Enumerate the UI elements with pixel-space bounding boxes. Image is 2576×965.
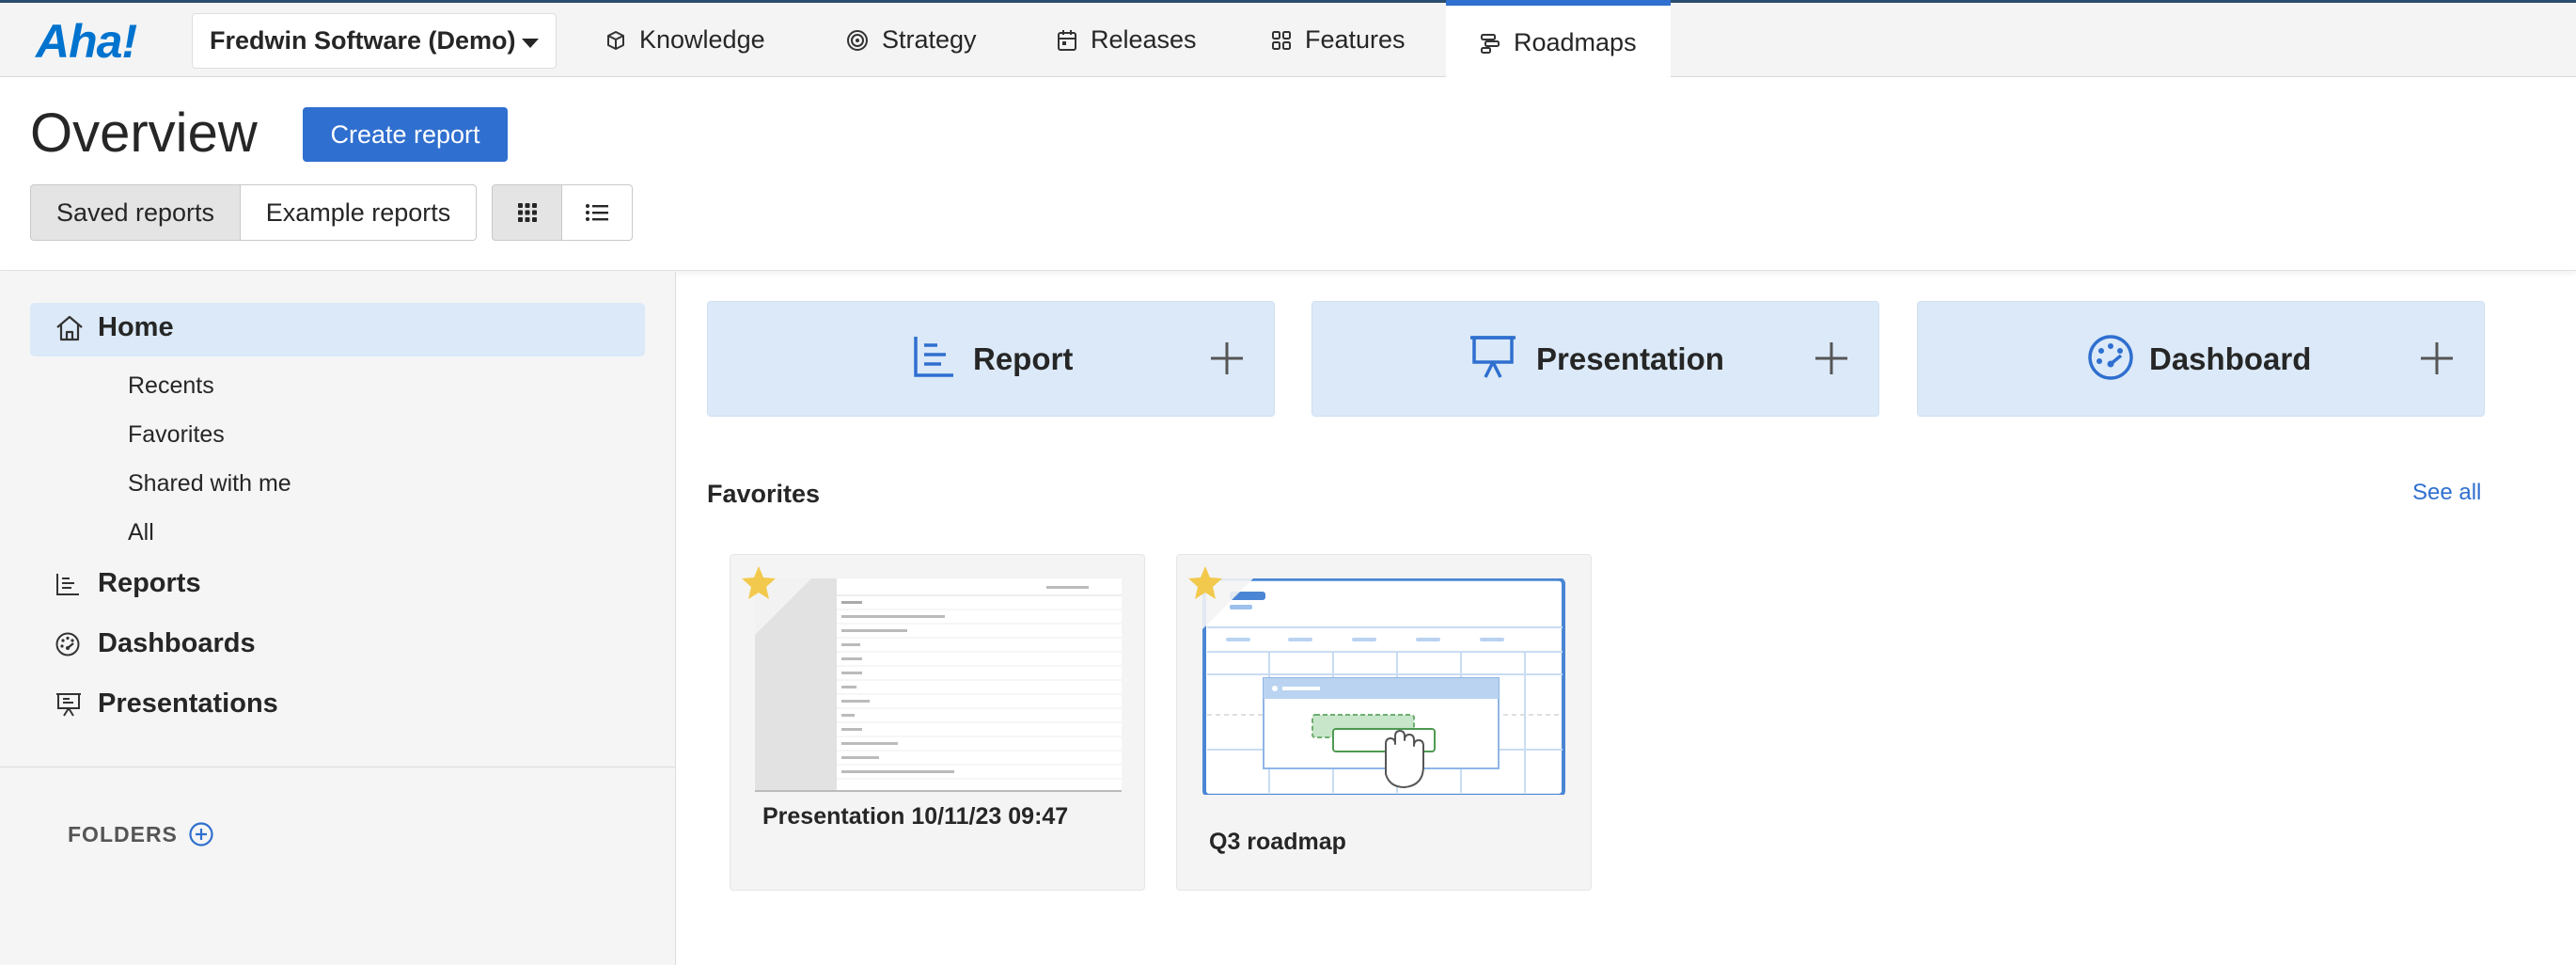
grid-view-toggle[interactable] xyxy=(492,184,562,241)
home-icon xyxy=(56,315,83,340)
tile-label: Dashboard xyxy=(2149,341,2312,376)
favorite-card-presentation[interactable]: Presentation 10/11/23 09:47 xyxy=(730,554,1145,891)
sidebar-subitem-recents[interactable]: Recents xyxy=(128,372,214,400)
caret-down-icon xyxy=(522,39,539,48)
workspace-name: Fredwin Software (Demo) xyxy=(210,26,516,55)
sidebar: Home Recents Favorites Shared with me Al… xyxy=(0,272,676,965)
card-title: Q3 roadmap xyxy=(1209,829,1346,855)
card-title: Presentation 10/11/23 09:47 xyxy=(762,803,1069,830)
folders-label: FOLDERS xyxy=(68,822,178,846)
sidebar-item-presentations[interactable]: Presentations xyxy=(56,688,278,720)
target-icon xyxy=(847,29,868,51)
create-presentation-tile[interactable]: Presentation xyxy=(1312,301,1879,417)
plus-icon xyxy=(1211,342,1243,374)
create-report-button[interactable]: Create report xyxy=(303,107,508,162)
grid-icon xyxy=(1272,30,1291,50)
create-dashboard-tile[interactable]: Dashboard xyxy=(1917,301,2485,417)
nav-tab-label: Releases xyxy=(1091,25,1197,54)
star-icon[interactable] xyxy=(738,562,779,604)
sidebar-item-label: Home xyxy=(98,312,174,342)
presentation-thumbnail xyxy=(755,578,1122,795)
star-icon[interactable] xyxy=(1185,562,1226,604)
aha-logo[interactable]: Aha! xyxy=(36,14,137,69)
sidebar-item-home[interactable]: Home xyxy=(56,312,174,343)
sidebar-subitem-all[interactable]: All xyxy=(128,519,154,546)
nav-tab-strategy[interactable]: Strategy xyxy=(846,3,977,77)
page-title: Overview xyxy=(30,103,258,164)
calendar-icon xyxy=(1058,29,1076,51)
sidebar-subitem-shared[interactable]: Shared with me xyxy=(128,470,291,498)
list-view-icon xyxy=(586,204,608,221)
chart-icon xyxy=(914,337,953,377)
nav-tab-label: Knowledge xyxy=(639,25,765,54)
nav-tab-roadmaps[interactable]: Roadmaps xyxy=(1446,0,1671,80)
sidebar-item-label: Presentations xyxy=(98,688,278,719)
see-all-link[interactable]: See all xyxy=(2412,480,2481,506)
sidebar-item-dashboards[interactable]: Dashboards xyxy=(55,628,256,659)
tile-label: Report xyxy=(973,341,1074,376)
plus-icon xyxy=(1815,342,1847,374)
presentation-icon xyxy=(1470,336,1516,378)
tile-label: Presentation xyxy=(1536,341,1724,376)
plus-icon xyxy=(2421,342,2453,374)
presentation-icon xyxy=(56,692,81,717)
nav-tab-knowledge[interactable]: Knowledge xyxy=(605,3,765,77)
nav-tab-features[interactable]: Features xyxy=(1271,3,1406,77)
favorites-heading: Favorites xyxy=(707,480,821,508)
roadmap-icon xyxy=(1481,33,1500,54)
tab-saved-reports[interactable]: Saved reports xyxy=(30,184,241,241)
page-header: Overview Create report Saved reports Exa… xyxy=(0,77,2576,271)
roadmap-thumbnail xyxy=(1202,578,1568,795)
sidebar-item-label: Reports xyxy=(98,568,201,598)
nav-tab-label: Roadmaps xyxy=(1514,28,1637,56)
add-folder-icon[interactable] xyxy=(188,821,214,847)
grid-view-icon xyxy=(517,203,537,222)
favorite-card-roadmap[interactable]: Q3 roadmap xyxy=(1176,554,1592,891)
nav-tab-releases[interactable]: Releases xyxy=(1057,3,1197,77)
sidebar-subitem-favorites[interactable]: Favorites xyxy=(128,421,225,449)
chart-icon xyxy=(56,573,79,595)
top-navigation: Aha! Fredwin Software (Demo) Knowledge S… xyxy=(0,0,2576,80)
tab-example-reports[interactable]: Example reports xyxy=(240,184,477,241)
workspace-selector[interactable]: Fredwin Software (Demo) xyxy=(192,13,557,69)
dashboard-icon xyxy=(55,632,80,656)
create-report-tile[interactable]: Report xyxy=(707,301,1275,417)
nav-tab-label: Strategy xyxy=(882,25,977,54)
sidebar-item-label: Dashboards xyxy=(98,628,256,658)
sidebar-item-reports[interactable]: Reports xyxy=(56,568,201,599)
nav-tab-label: Features xyxy=(1305,25,1406,54)
list-view-toggle[interactable] xyxy=(561,184,633,241)
dashboard-icon xyxy=(2088,335,2133,380)
cube-icon xyxy=(607,30,624,50)
